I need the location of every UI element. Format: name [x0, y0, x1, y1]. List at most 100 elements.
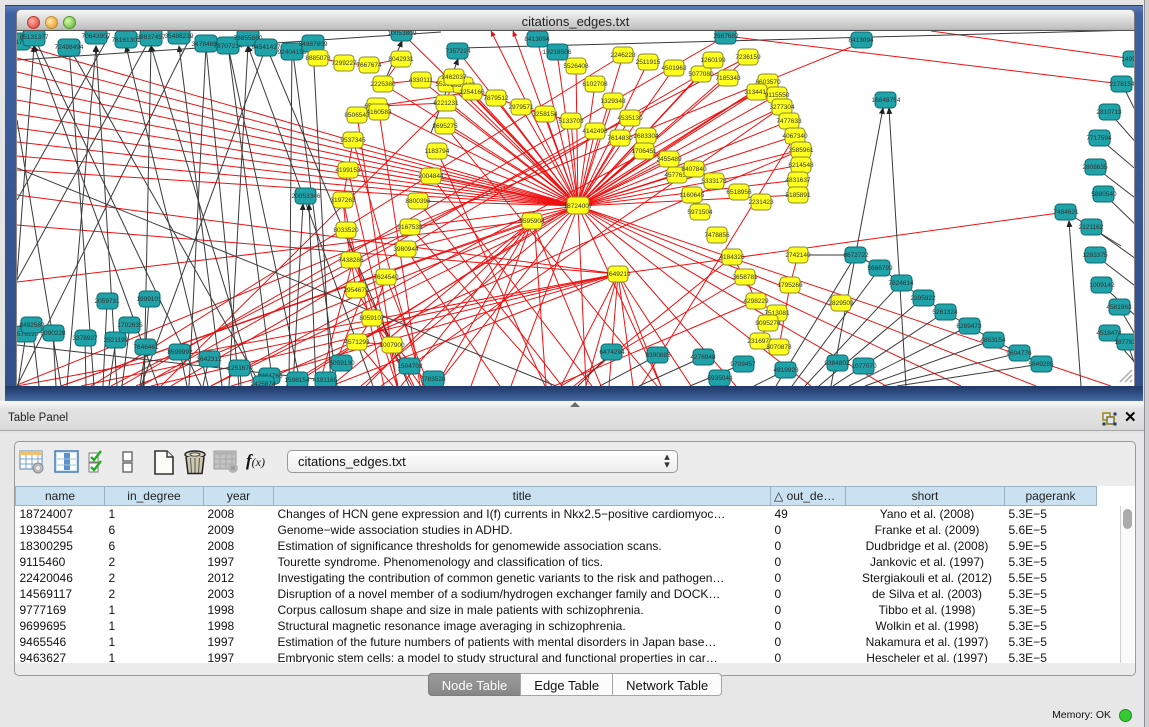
svg-text:4298229: 4298229 — [743, 298, 769, 305]
svg-text:6518956: 6518956 — [726, 189, 752, 196]
svg-text:2121162: 2121162 — [1079, 224, 1104, 231]
svg-text:4919923: 4919923 — [773, 367, 799, 374]
svg-text:1329348: 1329348 — [600, 98, 626, 105]
svg-text:6474294: 6474294 — [599, 349, 625, 356]
svg-text:5185891: 5185891 — [785, 192, 811, 199]
svg-text:4581963: 4581963 — [1106, 304, 1132, 311]
svg-text:2395922: 2395922 — [910, 295, 936, 302]
svg-text:2695275: 2695275 — [432, 123, 458, 130]
svg-text:9595904: 9595904 — [519, 218, 545, 225]
svg-text:20053346: 20053346 — [292, 193, 321, 200]
svg-text:4571293: 4571293 — [344, 339, 370, 346]
svg-text:9095278: 9095278 — [755, 320, 781, 327]
svg-text:5059130: 5059130 — [329, 360, 355, 367]
svg-text:2829509: 2829509 — [828, 300, 854, 307]
svg-text:4199153: 4199153 — [335, 167, 361, 174]
svg-text:4276948: 4276948 — [690, 354, 716, 361]
svg-text:6102708: 6102708 — [582, 81, 608, 88]
svg-text:8070878: 8070878 — [766, 344, 792, 351]
svg-text:7185343: 7185343 — [715, 75, 741, 82]
svg-text:5666799: 5666799 — [867, 265, 893, 272]
svg-text:5971504: 5971504 — [687, 209, 713, 216]
svg-text:3642312: 3642312 — [196, 356, 222, 363]
svg-text:5880540: 5880540 — [1091, 191, 1117, 198]
svg-text:3455489: 3455489 — [656, 156, 682, 163]
svg-text:8672722: 8672722 — [843, 252, 869, 259]
svg-text:9537345: 9537345 — [340, 137, 366, 144]
svg-text:1283375: 1283375 — [1082, 252, 1108, 259]
svg-text:2810713: 2810713 — [1096, 109, 1122, 116]
svg-text:1649219: 1649219 — [605, 271, 631, 278]
svg-text:7646461: 7646461 — [133, 344, 159, 351]
svg-text:9709457: 9709457 — [730, 361, 756, 368]
svg-text:7624540: 7624540 — [373, 274, 399, 281]
svg-text:8492589: 8492589 — [19, 322, 45, 329]
svg-text:2808635: 2808635 — [1082, 164, 1108, 171]
svg-text:1007900: 1007900 — [379, 342, 405, 349]
svg-text:2979571: 2979571 — [508, 104, 534, 111]
svg-text:4184326: 4184326 — [719, 254, 745, 261]
svg-text:1183794: 1183794 — [425, 148, 450, 155]
svg-text:2521199: 2521199 — [104, 337, 129, 344]
svg-text:5849285: 5849285 — [1028, 361, 1054, 368]
svg-text:4067340: 4067340 — [782, 133, 808, 140]
svg-text:4142496: 4142496 — [582, 128, 608, 135]
svg-text:1077070: 1077070 — [851, 363, 877, 370]
svg-text:8390885: 8390885 — [645, 352, 671, 359]
svg-text:6214548: 6214548 — [788, 162, 814, 169]
svg-text:1009142: 1009142 — [1089, 282, 1115, 289]
svg-text:9604776: 9604776 — [1006, 350, 1032, 357]
svg-text:18724007: 18724007 — [564, 203, 593, 210]
svg-text:2987682: 2987682 — [713, 33, 739, 40]
svg-text:94541427: 94541427 — [252, 44, 281, 51]
svg-text:1598154: 1598154 — [284, 377, 310, 384]
svg-text:2178154: 2178154 — [1109, 81, 1135, 88]
svg-text:5333178: 5333178 — [701, 178, 727, 185]
svg-text:1504702: 1504702 — [397, 363, 423, 370]
svg-text:1999101: 1999101 — [136, 296, 162, 303]
svg-text:2683304: 2683304 — [633, 133, 659, 140]
svg-text:4501963: 4501963 — [661, 65, 687, 72]
svg-text:70643907: 70643907 — [82, 33, 111, 40]
svg-text:2059731: 2059731 — [94, 298, 120, 305]
svg-text:3980944: 3980944 — [393, 246, 419, 253]
svg-text:7879512: 7879512 — [483, 95, 509, 102]
svg-text:5133703: 5133703 — [558, 118, 584, 125]
svg-text:2225380: 2225380 — [370, 81, 396, 88]
svg-text:7824614: 7824614 — [888, 280, 914, 287]
svg-text:8800396: 8800396 — [405, 198, 431, 205]
svg-text:2246228: 2246228 — [610, 52, 636, 59]
svg-text:2462037: 2462037 — [441, 74, 467, 81]
svg-text:19218506: 19218506 — [543, 49, 572, 56]
svg-text:1254166: 1254166 — [459, 89, 485, 96]
svg-text:4535130: 4535130 — [617, 115, 643, 122]
svg-text:1702635: 1702635 — [117, 322, 143, 329]
svg-text:1499154: 1499154 — [1121, 56, 1135, 63]
svg-text:5077080: 5077080 — [688, 71, 714, 78]
svg-text:7614830: 7614830 — [607, 135, 633, 142]
svg-text:9384802: 9384802 — [824, 360, 850, 367]
svg-text:3258154: 3258154 — [532, 111, 558, 118]
svg-text:7484621: 7484621 — [1053, 209, 1079, 216]
svg-text:3585961: 3585961 — [788, 147, 814, 154]
svg-text:6221231: 6221231 — [433, 100, 459, 107]
svg-text:9167539: 9167539 — [397, 224, 423, 231]
svg-text:2231423: 2231423 — [748, 199, 774, 206]
svg-text:2004844: 2004844 — [418, 173, 444, 180]
svg-text:5935044: 5935044 — [707, 375, 733, 382]
svg-text:7667674: 7667674 — [356, 62, 382, 69]
svg-text:1795266: 1795266 — [777, 282, 803, 289]
svg-text:1251670: 1251670 — [227, 365, 253, 372]
svg-text:7477633: 7477633 — [776, 118, 802, 125]
svg-text:8885078: 8885078 — [305, 55, 331, 62]
svg-text:7438286: 7438286 — [338, 257, 364, 264]
svg-text:7357224: 7357224 — [445, 48, 471, 55]
svg-text:88837457: 88837457 — [137, 34, 166, 41]
svg-text:34987809: 34987809 — [299, 41, 328, 48]
svg-text:1160645: 1160645 — [680, 192, 705, 199]
svg-text:3378927: 3378927 — [72, 335, 98, 342]
svg-text:2954679: 2954679 — [343, 287, 369, 294]
svg-text:5526408: 5526408 — [563, 63, 589, 70]
svg-text:7717594: 7717594 — [1086, 135, 1112, 142]
svg-text:8506543: 8506543 — [344, 112, 370, 119]
